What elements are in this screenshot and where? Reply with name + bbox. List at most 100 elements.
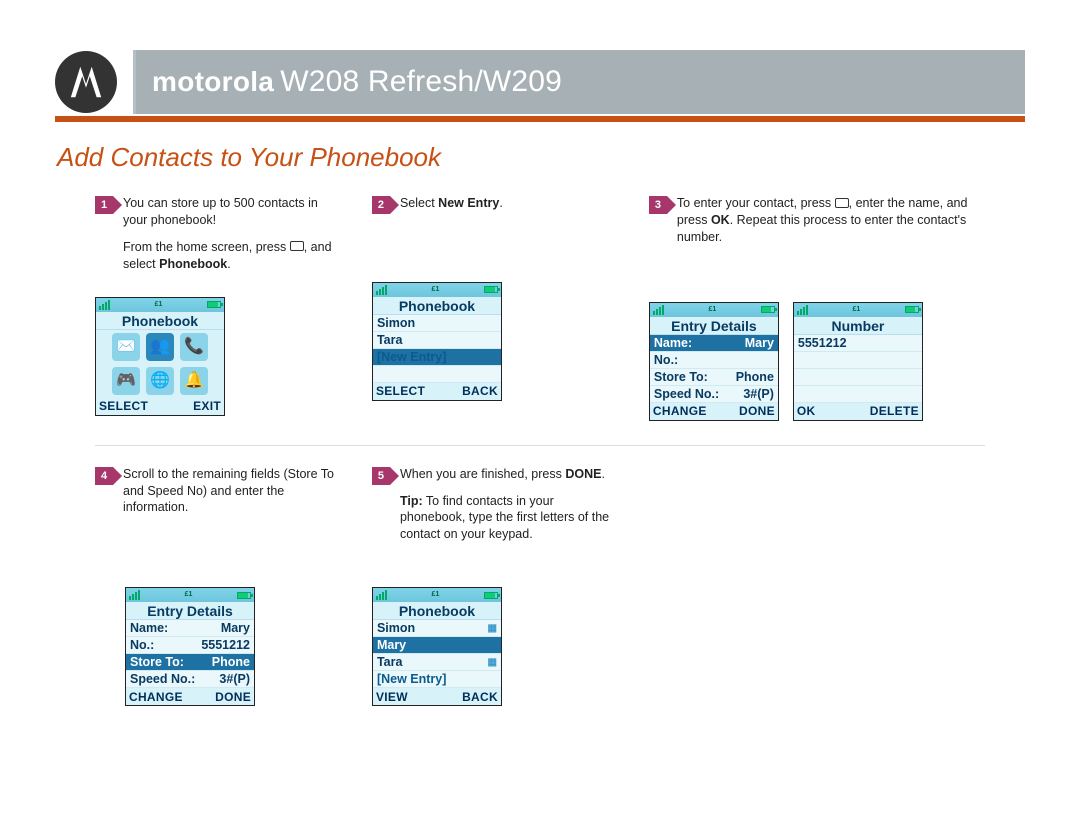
- softkey-right: DONE: [739, 403, 775, 419]
- list-item: [794, 352, 922, 369]
- list-item: Simon▦: [373, 620, 501, 637]
- list-item: [794, 386, 922, 403]
- status-bar: £1: [96, 298, 224, 312]
- messages-icon: ✉️: [112, 333, 140, 361]
- step-spacer: [649, 466, 985, 554]
- list-item: Speed No.:3#(P): [126, 671, 254, 688]
- softkey-left: SELECT: [376, 383, 425, 399]
- battery-icon: [237, 592, 251, 599]
- list-item: Tara▦: [373, 654, 501, 671]
- entry-fields: Name:Mary No.: Store To:Phone Speed No.:…: [650, 335, 778, 403]
- accent-bar: [55, 116, 1025, 122]
- divider: [95, 445, 985, 446]
- softkey-left: OK: [797, 403, 816, 419]
- battery-icon: [905, 306, 919, 313]
- screen-title: Entry Details: [650, 317, 778, 335]
- step-badge-3: 3: [649, 196, 667, 214]
- games-icon: 🎮: [112, 367, 140, 395]
- softkey-left: CHANGE: [653, 403, 707, 419]
- list-item: No.:: [650, 352, 778, 369]
- step-3: 3 To enter your contact, press , enter t…: [649, 195, 985, 421]
- signal-icon: [376, 590, 387, 600]
- list-item: [New Entry]: [373, 671, 501, 688]
- screenshot-home: £1 Phonebook ✉️ 👥 📞 🎮 🌐 🔔 SELECT: [95, 297, 225, 416]
- step-5: 5 When you are finished, press DONE. Tip…: [372, 466, 621, 554]
- signal-icon: [99, 300, 110, 310]
- screen-title: Phonebook: [96, 312, 224, 330]
- list-item: 5551212: [794, 335, 922, 352]
- contact-list: Simon Tara [New Entry]: [373, 315, 501, 383]
- brand-text: motorola: [152, 66, 274, 98]
- step-1-p2: From the home screen, press , and select…: [123, 239, 336, 273]
- screenshot-entry-a: £1 Entry Details Name:Mary No.: Store To…: [649, 302, 779, 421]
- softkey-left: VIEW: [376, 689, 408, 705]
- softkey-right: DELETE: [870, 403, 919, 419]
- status-bar: £1: [650, 303, 778, 317]
- softkeys: VIEW BACK: [373, 688, 501, 705]
- list-item: Speed No.:3#(P): [650, 386, 778, 403]
- softkey-right: DONE: [215, 689, 251, 705]
- step-badge-4: 4: [95, 467, 113, 485]
- status-bar: £1: [126, 588, 254, 602]
- screen-title: Entry Details: [126, 602, 254, 620]
- status-bar: £1: [794, 303, 922, 317]
- sim-icon: ▦: [488, 620, 497, 636]
- list-item: Tara: [373, 332, 501, 349]
- signal-icon: [376, 285, 387, 295]
- list-item-selected: Store To:Phone: [126, 654, 254, 671]
- step-3-p1: To enter your contact, press , enter the…: [677, 195, 977, 246]
- signal-icon: [797, 305, 808, 315]
- header: motorola W208 Refresh/W209: [55, 50, 1025, 114]
- signal-icon: [129, 590, 140, 600]
- softkey-right: BACK: [462, 383, 498, 399]
- list-item-selected: Mary: [373, 637, 501, 654]
- softkey-left: CHANGE: [129, 689, 183, 705]
- softkey-right: BACK: [462, 689, 498, 705]
- menu-key-icon: [835, 198, 849, 208]
- screenshot-number: £1 Number 5551212 OK DELETE: [793, 302, 923, 421]
- list-item: Name:Mary: [126, 620, 254, 637]
- step-2-p1: Select New Entry.: [400, 195, 503, 212]
- motorola-logo-icon: [55, 51, 117, 113]
- step-badge-5: 5: [372, 467, 390, 485]
- step-2: 2 Select New Entry. £1 Phonebook Simon T…: [372, 195, 621, 421]
- screen-title: Phonebook: [373, 297, 501, 315]
- step-4-p1: Scroll to the remaining fields (Store To…: [123, 466, 336, 517]
- list-item-selected: [New Entry]: [373, 349, 501, 366]
- softkeys: CHANGE DONE: [126, 688, 254, 705]
- phonebook-icon: 👥: [146, 333, 174, 361]
- list-item: No.:5551212: [126, 637, 254, 654]
- battery-icon: [761, 306, 775, 313]
- softkeys: OK DELETE: [794, 403, 922, 420]
- model-text: W208 Refresh/W209: [280, 65, 562, 99]
- list-item-selected: Name:Mary: [650, 335, 778, 352]
- step-5-p1: When you are finished, press DONE.: [400, 466, 613, 483]
- list-item: [373, 366, 501, 383]
- battery-icon: [484, 286, 498, 293]
- step-4: 4 Scroll to the remaining fields (Store …: [95, 466, 344, 554]
- step-badge-2: 2: [372, 196, 390, 214]
- title-bar: motorola W208 Refresh/W209: [133, 50, 1025, 114]
- list-item: Store To:Phone: [650, 369, 778, 386]
- softkeys: CHANGE DONE: [650, 403, 778, 420]
- screenshot-entry-b: £1 Entry Details Name:Mary No.:5551212 S…: [125, 587, 255, 706]
- step-1: 1 You can store up to 500 contacts in yo…: [95, 195, 344, 421]
- step-5-tip: Tip: To find contacts in your phonebook,…: [400, 493, 613, 544]
- softkeys: SELECT BACK: [373, 383, 501, 400]
- battery-icon: [484, 592, 498, 599]
- battery-icon: [207, 301, 221, 308]
- section-title: Add Contacts to Your Phonebook: [57, 142, 1025, 173]
- wap-icon: 🌐: [146, 367, 174, 395]
- entry-fields: Name:Mary No.:5551212 Store To:Phone Spe…: [126, 620, 254, 688]
- motorola-m-icon: [67, 63, 105, 101]
- list-item: [794, 369, 922, 386]
- list-item: Simon: [373, 315, 501, 332]
- alarm-icon: 🔔: [180, 367, 208, 395]
- shots-row-2: £1 Entry Details Name:Mary No.:5551212 S…: [55, 587, 1025, 706]
- step-badge-1: 1: [95, 196, 113, 214]
- step-1-p1: You can store up to 500 contacts in your…: [123, 195, 336, 229]
- softkey-left: SELECT: [99, 398, 148, 414]
- screen-title: Number: [794, 317, 922, 335]
- contact-list: Simon▦ Mary Tara▦ [New Entry]: [373, 620, 501, 688]
- steps-row-2: 4 Scroll to the remaining fields (Store …: [55, 466, 1025, 554]
